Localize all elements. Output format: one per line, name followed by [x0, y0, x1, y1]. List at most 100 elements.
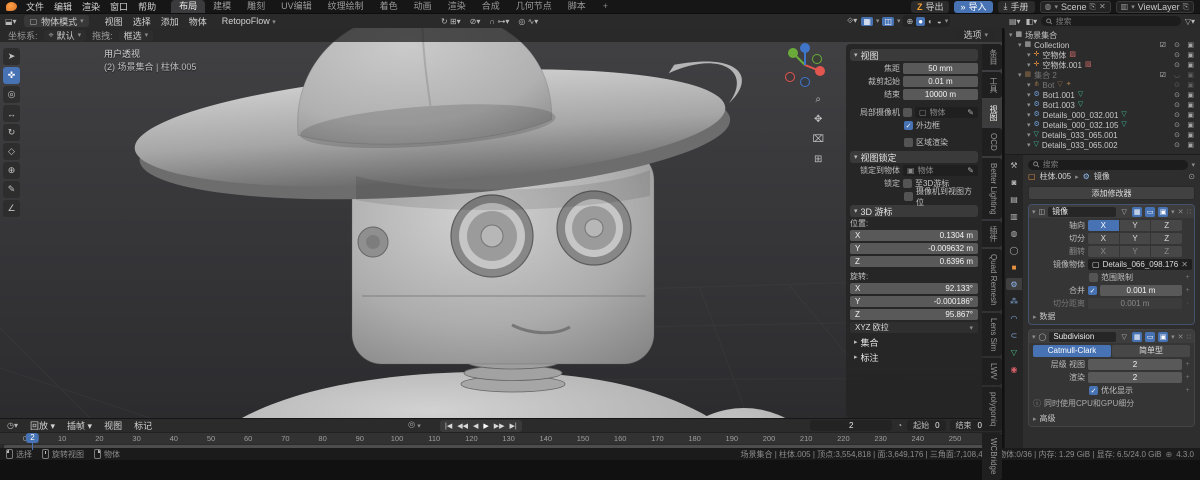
workspace-tab-建模[interactable]: 建模	[205, 0, 239, 13]
gizmo-neg-x-axis[interactable]	[785, 72, 795, 82]
new-scene-icon[interactable]: ⎘	[1090, 2, 1096, 12]
close-icon[interactable]: ✕	[1178, 208, 1184, 216]
cursor-location-X-field[interactable]: X 0.1304 m	[850, 230, 978, 241]
shading-wireframe-icon[interactable]: ⊕	[905, 17, 914, 26]
lock-to-cursor-checkbox[interactable]	[903, 179, 912, 188]
add-workspace-button[interactable]: +	[598, 0, 613, 13]
render-toggle[interactable]: ▣	[1158, 206, 1169, 217]
cursor-rotation-Z-field[interactable]: Z 95.867°	[850, 309, 978, 320]
workspace-tab-着色[interactable]: 着色	[372, 0, 406, 13]
scene-selector[interactable]: ◍ ▾ Scene ⎘ ✕	[1039, 0, 1111, 13]
clipping-checkbox[interactable]	[1089, 273, 1098, 282]
navigation-gizmo[interactable]	[780, 40, 830, 90]
checkbox-toggle[interactable]: ☑	[1160, 71, 1166, 79]
gizmo-y-axis[interactable]	[788, 48, 798, 58]
eye-toggle[interactable]: ⊙	[1174, 51, 1180, 59]
scale-tool[interactable]: ◇	[3, 143, 20, 160]
camera-to-view-checkbox[interactable]	[904, 192, 913, 201]
timeline-menu-视图[interactable]: 视图	[99, 419, 127, 432]
close-icon[interactable]: ✕	[1178, 333, 1184, 341]
realtime-toggle[interactable]: ▭	[1145, 206, 1156, 217]
outliner-row[interactable]: ▾ ⚙ Details_000_032.001 ▽ ⊙ ▣	[1005, 110, 1200, 120]
cursor-rotation-Y-field[interactable]: Y -0.000186°	[850, 296, 978, 307]
transform-orientation-dropdown[interactable]: ↻ ⊞▾	[440, 17, 462, 26]
properties-tab-constraints[interactable]: ⊂	[1006, 329, 1022, 341]
outliner-row[interactable]: ▾ ⚙ Bot1.001 ▽ ⊙ ▣	[1005, 90, 1200, 100]
workspace-tab-渲染[interactable]: 渲染	[440, 0, 474, 13]
workspace-tab-布局[interactable]: 布局	[171, 0, 206, 13]
workspace-tab-脚本[interactable]: 脚本	[560, 0, 594, 13]
close-icon[interactable]: ✕	[1099, 2, 1106, 11]
sidebar-tab-Quad Remesh[interactable]: Quad Remesh	[982, 249, 1002, 311]
cursor-rotation-X-field[interactable]: X 92.133°	[850, 283, 978, 294]
focal-field[interactable]: 50 mm	[903, 63, 978, 74]
viewport-menu-视图[interactable]: 视图	[101, 15, 127, 28]
extras-dropdown-icon[interactable]: ▾	[1171, 208, 1175, 216]
seg-axis-Z[interactable]: Z	[1151, 220, 1183, 231]
workspace-tab-几何节点[interactable]: 几何节点	[508, 0, 560, 13]
clip-start-field[interactable]: 0.01 m	[903, 76, 978, 87]
sidebar-tab-OCD[interactable]: OCD	[982, 128, 1002, 156]
sidebar-tab-WCBridge[interactable]: WCBridge	[982, 433, 1002, 480]
expand-icon[interactable]: ▾	[1032, 208, 1036, 216]
modifier-name-field[interactable]: 镜像	[1048, 206, 1117, 217]
workspace-tab-纹理绘制[interactable]: 纹理绘制	[320, 0, 372, 13]
menu-编辑[interactable]: 编辑	[49, 0, 77, 13]
cursor-location-Y-field[interactable]: Y -0.009632 m	[850, 243, 978, 254]
playhead[interactable]: 2	[26, 433, 39, 443]
camera-toggle[interactable]: ▣	[1187, 51, 1194, 59]
menu-帮助[interactable]: 帮助	[133, 0, 161, 13]
properties-tab-scene[interactable]: ◍	[1006, 227, 1022, 239]
expander-icon[interactable]: ▾	[1027, 141, 1031, 149]
properties-tab-world[interactable]: ◯	[1006, 244, 1022, 256]
eyedropper-icon[interactable]: ✎	[967, 108, 974, 117]
timeline-menu-标记[interactable]: 标记	[129, 419, 157, 432]
camera-toggle[interactable]: ▣	[1187, 111, 1194, 119]
gizmos-dropdown[interactable]: ⟐▾	[846, 16, 858, 26]
shading-material-icon[interactable]: ◐	[927, 17, 934, 26]
current-frame-field[interactable]: 2	[810, 420, 893, 431]
pivot-point-dropdown[interactable]: ⊘▾	[469, 17, 482, 26]
expander-icon[interactable]: ▾	[1018, 41, 1022, 49]
seg-axis-Y[interactable]: Y	[1119, 220, 1151, 231]
seg-flip-Y[interactable]: Y	[1119, 246, 1151, 257]
outliner-row[interactable]: ▾ ✛ 空物体.001 ▨ ⊙ ▣	[1005, 60, 1200, 70]
stopwatch-icon[interactable]: ◔	[896, 421, 903, 430]
outline-checkbox[interactable]: ✓	[904, 121, 913, 130]
rotation-order-dropdown[interactable]: XYZ 欧拉 ▾	[850, 322, 978, 333]
properties-search[interactable]	[1028, 159, 1189, 170]
sidebar-tab-polygoniq[interactable]: polygoniq	[982, 387, 1002, 432]
eyedropper-icon[interactable]: ✎	[967, 166, 974, 175]
workspace-tab-UV编辑[interactable]: UV编辑	[273, 0, 320, 13]
shading-solid-icon[interactable]: ●	[916, 16, 926, 26]
annotations-panel-header[interactable]: ▸ 标注	[850, 351, 978, 363]
shading-rendered-icon[interactable]: ◒	[936, 17, 943, 26]
auto-keying-toggle[interactable]: ⦾ ▾	[408, 420, 421, 431]
levels-viewport-field[interactable]: 2	[1088, 359, 1182, 370]
properties-tab-active-tool[interactable]: ⚒	[1006, 159, 1022, 171]
mode-selector[interactable]: ▢ 物体模式 ▾	[23, 15, 89, 27]
eye-toggle[interactable]: ⊙	[1174, 131, 1180, 139]
pin-icon[interactable]: ⊙	[1188, 172, 1195, 181]
frame-start-field[interactable]: 起始 0	[907, 420, 946, 431]
jump-to-start-button[interactable]: |◀	[443, 422, 454, 430]
viewport-menu-选择[interactable]: 选择	[129, 15, 155, 28]
options-button[interactable]: 选项 ▾	[957, 29, 994, 40]
seg-flip-X[interactable]: X	[1088, 246, 1119, 257]
properties-tab-modifiers[interactable]: ⚙	[1006, 278, 1022, 290]
seg-bisect-Y[interactable]: Y	[1119, 233, 1151, 244]
eye-toggle[interactable]: ⊙	[1174, 41, 1180, 49]
outliner-row[interactable]: ▾ ⋔ Bot ▽ ✦ ⊙ ▣	[1005, 80, 1200, 90]
measure-tool[interactable]: ✎	[3, 181, 20, 198]
breadcrumb-modifier[interactable]: 镜像	[1094, 171, 1110, 182]
editmode-toggle[interactable]: ▦	[1132, 331, 1143, 342]
expander-icon[interactable]: ▾	[1027, 111, 1031, 119]
properties-tab-render[interactable]: ◙	[1006, 176, 1022, 188]
new-viewlayer-icon[interactable]: ⎘	[1183, 2, 1189, 12]
editmode-toggle[interactable]: ▦	[1132, 206, 1143, 217]
viewport-menu-物体[interactable]: 物体	[185, 15, 211, 28]
render-toggle[interactable]: ▣	[1158, 331, 1169, 342]
merge-checkbox[interactable]: ✓	[1088, 286, 1097, 295]
cursor-tool[interactable]: ◎	[3, 86, 20, 103]
merge-threshold-field[interactable]: 0.001 m	[1100, 285, 1182, 296]
